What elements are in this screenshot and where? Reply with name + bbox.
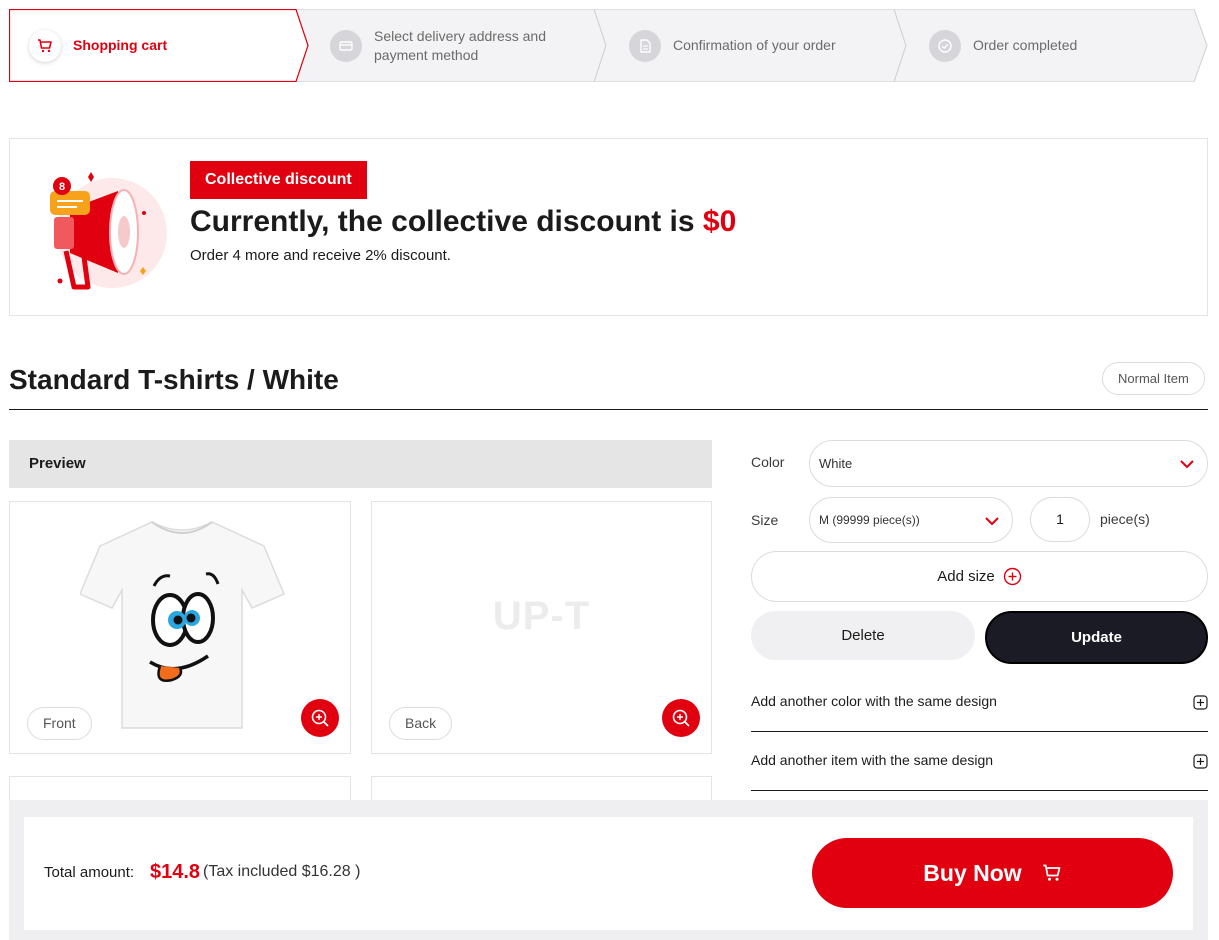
size-label: Size [751,512,779,528]
add-item-label: Add another item with the same design [751,752,994,768]
document-icon [629,29,661,62]
check-icon [929,29,961,62]
cart-icon [1042,863,1062,883]
plus-circle-icon [1003,567,1021,586]
color-select-value: White [819,456,853,471]
front-label: Front [27,707,92,740]
item-type-badge: Normal Item [1102,362,1205,395]
cart-icon [29,29,61,62]
megaphone-icon: 8 [50,172,167,290]
discount-subtext: Order 4 more and receive 2% discount. [190,247,451,264]
update-button[interactable]: Update [985,611,1208,664]
back-label: Back [389,707,453,740]
preview-heading: Preview [9,440,712,488]
total-label: Total amount: [44,864,135,881]
discount-amount: $0 [702,205,737,238]
color-label: Color [751,454,785,470]
buy-now-label: Buy Now [923,859,1022,886]
product-title: Standard T-shirts / White [9,364,339,395]
step-order-completed[interactable]: Order completed [929,9,1077,82]
add-size-label: Add size [937,568,995,585]
plus-box-icon [1193,695,1208,710]
plus-box-icon [1193,754,1208,769]
zoom-front-button[interactable] [301,699,339,737]
step-delivery-payment[interactable]: Select delivery address and payment meth… [330,9,549,82]
size-select-value: M (99999 piece(s)) [819,513,920,527]
discount-headline: Currently, the collective discount is $0 [190,205,736,239]
svg-text:8: 8 [59,181,65,193]
tax-included-text: (Tax included $16.28 ) [203,863,361,880]
step-confirmation[interactable]: Confirmation of your order [629,9,836,82]
discount-tag: Collective discount [190,161,367,199]
color-select[interactable]: White [809,440,1208,487]
tshirt-front-image [80,521,285,729]
total-price: $14.8 [150,861,201,883]
chevron-down-icon [985,517,999,526]
step-label: Shopping cart [73,37,168,53]
delete-button[interactable]: Delete [751,611,975,660]
quantity-input[interactable]: 1 [1030,497,1090,542]
size-select[interactable]: M (99999 piece(s)) [809,497,1013,543]
card-icon [330,29,362,62]
step-label: Confirmation of your order [673,37,836,53]
zoom-icon [311,709,329,727]
add-item-row[interactable]: Add another item with the same design [751,732,1208,791]
title-divider [9,409,1208,410]
step-label: Order completed [973,37,1078,53]
zoom-back-button[interactable] [662,699,700,737]
buy-now-button[interactable]: Buy Now [812,838,1173,908]
add-color-row[interactable]: Add another color with the same design [751,673,1208,732]
back-placeholder-logo: UP-T [492,594,591,638]
collective-discount-panel: 8 Collective discount Currently, the col… [9,138,1208,316]
add-size-button[interactable]: Add size [751,551,1208,602]
add-color-label: Add another color with the same design [751,693,997,709]
preview-back-card[interactable]: UP-T Back [371,501,712,754]
step-shopping-cart[interactable]: Shopping cart [29,9,167,82]
quantity-unit: piece(s) [1100,511,1150,527]
discount-headline-text: Currently, the collective discount is [190,205,703,238]
checkout-steps: Shopping cart Select delivery address an… [9,9,1208,82]
zoom-icon [672,709,690,727]
chevron-down-icon [1180,460,1194,469]
step-label: Select delivery address and payment meth… [374,27,546,63]
preview-front-card[interactable]: Front [9,501,351,754]
